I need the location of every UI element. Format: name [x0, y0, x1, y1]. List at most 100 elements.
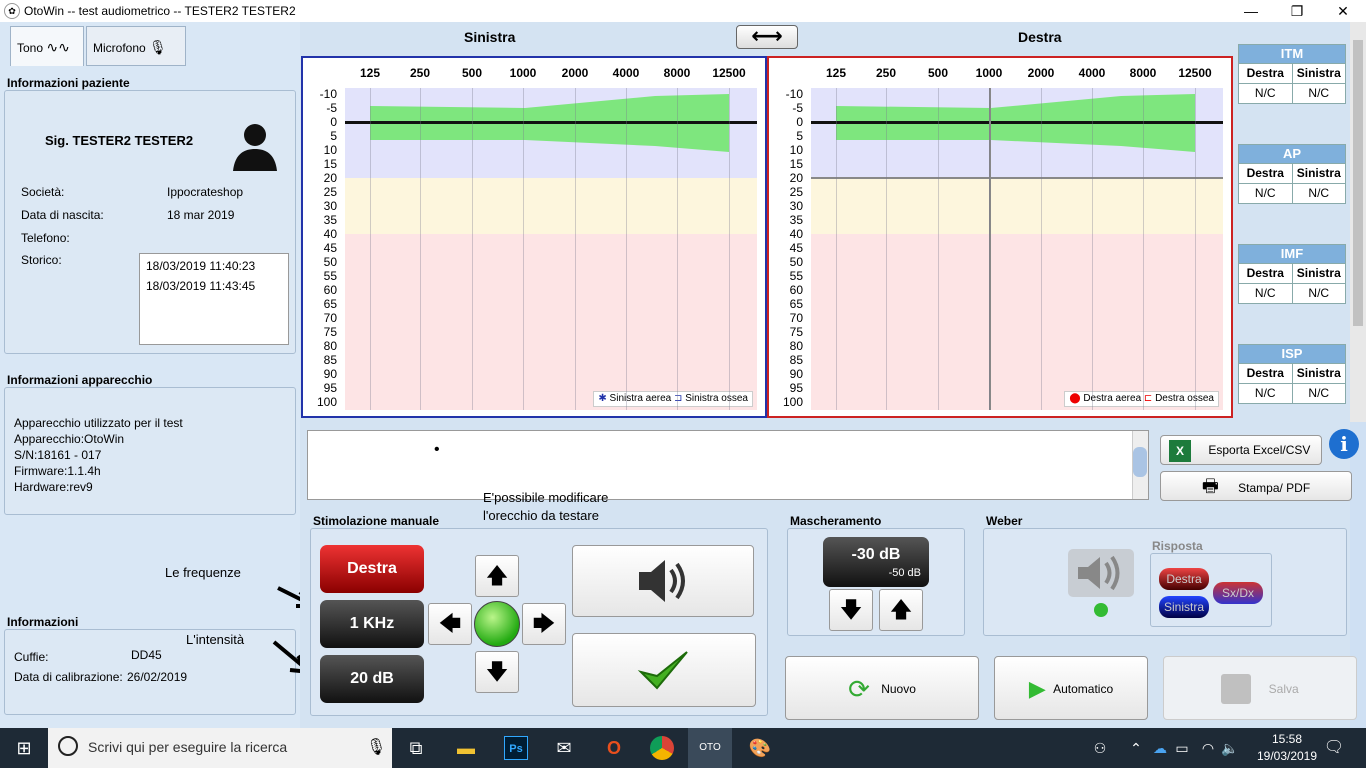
play-icon: ▶: [1028, 675, 1046, 701]
chrome-icon[interactable]: [650, 736, 674, 760]
windows-start-icon[interactable]: ⊞: [12, 736, 36, 760]
nuovo-button[interactable]: ⟳ Nuovo: [785, 656, 979, 720]
db-tick-label: 40: [789, 227, 803, 241]
scroll-thumb[interactable]: [1133, 447, 1147, 477]
arrow-left-button[interactable]: 🡄: [428, 603, 472, 645]
left-audiogram[interactable]: ✱ Sinistra aerea ⊐ Sinistra ossea 125 250…: [301, 56, 767, 418]
db-tick-label: 65: [323, 297, 337, 311]
info-icon[interactable]: i: [1329, 429, 1359, 459]
right-audiogram[interactable]: ⬤ Destra aerea ⊏ Destra ossea 125 250 500 1…: [767, 56, 1233, 418]
paint-icon[interactable]: 🎨: [748, 736, 772, 760]
bracket-icon: ⊐: [671, 393, 686, 404]
weber-sxdx-button[interactable]: Sx/Dx: [1213, 582, 1263, 604]
file-explorer-icon[interactable]: ▬: [454, 736, 478, 760]
zero-line: [811, 121, 1223, 124]
db-tick-label: 45: [323, 241, 337, 255]
intensity-button[interactable]: 20 dB: [320, 655, 424, 703]
grid-line-v: [729, 88, 730, 410]
close-button[interactable]: ✕: [1320, 0, 1366, 22]
stimulus-indicator[interactable]: [474, 601, 520, 647]
db-tick-label: 5: [796, 129, 803, 143]
photoshop-icon[interactable]: Ps: [504, 736, 528, 760]
main-scrollbar[interactable]: [1350, 22, 1366, 422]
automatico-button[interactable]: ▶ Automatico: [994, 656, 1148, 720]
db-tick-label: -5: [326, 101, 337, 115]
export-excel-button[interactable]: X Esporta Excel/CSV: [1160, 435, 1322, 465]
arrow-right-button[interactable]: 🡆: [522, 603, 566, 645]
summary-col-sinistra: Sinistra: [1296, 66, 1341, 80]
tab-tono[interactable]: Tono ∿∿: [10, 26, 84, 66]
circle-icon: ⬤: [1069, 393, 1084, 404]
summary-title: AP: [1239, 145, 1345, 163]
task-view-icon[interactable]: ⧉: [404, 736, 428, 760]
notes-box[interactable]: •: [307, 430, 1149, 500]
confirm-response-button[interactable]: [572, 633, 756, 707]
battery-icon[interactable]: ▭: [1170, 736, 1194, 760]
clock-date[interactable]: 19/03/2019: [1250, 749, 1324, 763]
device-line: Apparecchio utilizzato per il test: [14, 416, 183, 430]
db-tick-label: 90: [323, 367, 337, 381]
patient-section-title: Informazioni paziente: [7, 76, 130, 90]
clock-time[interactable]: 15:58: [1250, 732, 1324, 746]
summary-value-destra: N/C: [1239, 184, 1293, 203]
tab-label: Microfono: [93, 41, 146, 55]
microphone-icon[interactable]: 🎙: [366, 737, 386, 757]
taskbar-search-box[interactable]: Scrivi qui per eseguire la ricerca 🎙: [48, 728, 392, 768]
scroll-thumb[interactable]: [1353, 40, 1363, 326]
history-list[interactable]: 18/03/2019 11:40:23 18/03/2019 11:43:45: [139, 253, 289, 345]
mask-up-button[interactable]: 🡅: [879, 589, 923, 631]
volume-icon[interactable]: 🔈: [1218, 736, 1242, 760]
office-icon[interactable]: O: [602, 736, 626, 760]
ear-select-button[interactable]: Destra: [320, 545, 424, 593]
grid-line-v: [836, 88, 837, 410]
arrow-down-button[interactable]: 🡇: [475, 651, 519, 693]
mail-icon[interactable]: ✉: [552, 736, 576, 760]
otowin-taskbar-icon[interactable]: OTO: [688, 728, 732, 768]
db-tick-label: 70: [789, 311, 803, 325]
summary-header-row: Destra Sinistra: [1239, 63, 1345, 83]
frequency-button[interactable]: 1 KHz: [320, 600, 424, 648]
arrow-up-button[interactable]: 🡅: [475, 555, 519, 597]
device-line: Apparecchio:OtoWin: [14, 432, 125, 446]
restore-button[interactable]: ❐: [1274, 0, 1320, 22]
weber-destra-button[interactable]: Destra: [1159, 568, 1209, 590]
arrow-left-icon: 🡄: [438, 611, 462, 636]
summary-header-row: Destra Sinistra: [1239, 263, 1345, 283]
grid-line-v: [677, 88, 678, 410]
grid-line-v: [1143, 88, 1144, 410]
notes-scrollbar[interactable]: [1132, 431, 1148, 499]
summary-value-sinistra: N/C: [1308, 386, 1330, 400]
onedrive-icon[interactable]: ☁: [1148, 736, 1172, 760]
history-item[interactable]: 18/03/2019 11:40:23: [146, 259, 255, 273]
grid-line-v: [1041, 88, 1042, 410]
summary-col-destra: Destra: [1239, 64, 1293, 83]
db-tick-label: -10: [785, 87, 803, 101]
freq-tick-label: 125: [359, 66, 381, 80]
salva-button[interactable]: Salva: [1163, 656, 1357, 720]
summary-value-destra: N/C: [1239, 284, 1293, 303]
minimize-button[interactable]: —: [1228, 0, 1274, 22]
wifi-icon[interactable]: ◠: [1196, 736, 1220, 760]
swap-ears-button[interactable]: ⟷: [736, 25, 798, 49]
tab-microfono[interactable]: Microfono 🎙: [86, 26, 186, 66]
grid-line-v: [1195, 88, 1196, 410]
play-tone-button[interactable]: [572, 545, 754, 617]
mask-level-button[interactable]: -30 dB -50 dB: [823, 537, 929, 587]
left-plot-area: ✱ Sinistra aerea ⊐ Sinistra ossea: [345, 88, 757, 410]
db-tick-label: -5: [792, 101, 803, 115]
weber-speaker-icon[interactable]: [1068, 549, 1134, 605]
speaker-icon: [639, 560, 685, 602]
patient-avatar-icon: [231, 119, 279, 171]
print-pdf-button[interactable]: 🖶 Stampa/ PDF: [1160, 471, 1352, 501]
mask-down-button[interactable]: 🡇: [829, 589, 873, 631]
chevron-up-icon[interactable]: ⌃: [1124, 736, 1148, 760]
history-item[interactable]: 18/03/2019 11:43:45: [146, 279, 255, 293]
arrow-down-icon: 🡇: [485, 659, 509, 684]
nuovo-label: Nuovo: [881, 681, 916, 696]
right-normal-range: [836, 94, 1195, 152]
weber-sinistra-button[interactable]: Sinistra: [1159, 596, 1209, 618]
waveform-icon: ∿∿: [46, 39, 70, 55]
db-tick-label: 35: [789, 213, 803, 227]
notifications-icon[interactable]: 🗨: [1322, 736, 1346, 760]
people-icon[interactable]: ⚇: [1088, 736, 1112, 760]
